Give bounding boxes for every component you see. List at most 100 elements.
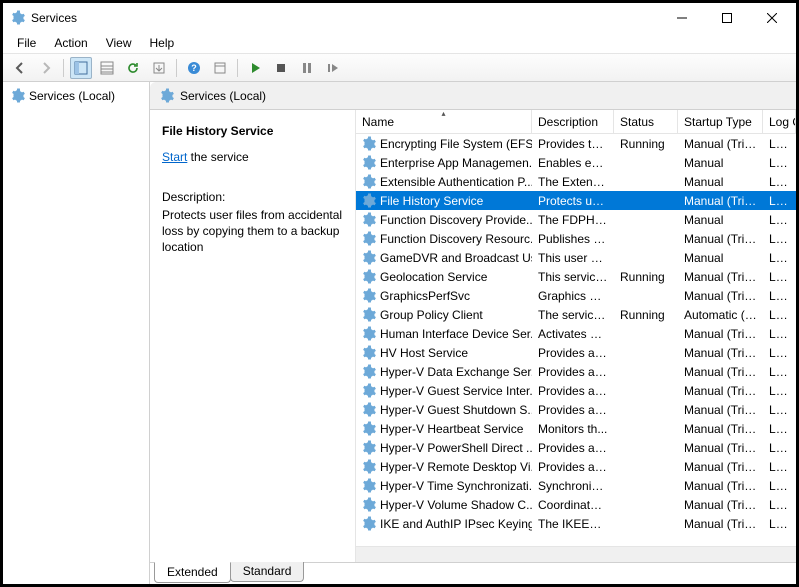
service-status-cell: Running [614, 137, 678, 151]
table-row[interactable]: File History ServiceProtects use...Manua… [356, 191, 796, 210]
column-status[interactable]: Status [614, 110, 678, 133]
list-body[interactable]: Encrypting File System (EFS)Provides th.… [356, 134, 796, 546]
restart-service-button[interactable] [322, 57, 344, 79]
service-name-cell: Geolocation Service [380, 270, 487, 284]
gear-icon [360, 516, 376, 532]
table-row[interactable]: HV Host ServiceProvides an ...Manual (Tr… [356, 343, 796, 362]
table-row[interactable]: IKE and AuthIP IPsec Keying...The IKEEXT… [356, 514, 796, 533]
service-name-cell: GraphicsPerfSvc [380, 289, 470, 303]
tree-root-label: Services (Local) [29, 89, 115, 103]
table-row[interactable]: Encrypting File System (EFS)Provides th.… [356, 134, 796, 153]
show-hide-tree-button[interactable] [70, 57, 92, 79]
service-logon-cell: Loca [763, 289, 796, 303]
maximize-button[interactable] [704, 4, 749, 32]
table-row[interactable]: Hyper-V Guest Shutdown S...Provides a ..… [356, 400, 796, 419]
service-name-cell: Extensible Authentication P... [380, 175, 532, 189]
table-row[interactable]: Hyper-V Time Synchronizati...Synchronize… [356, 476, 796, 495]
table-row[interactable]: Hyper-V Volume Shadow C...Coordinates...… [356, 495, 796, 514]
stop-service-button[interactable] [270, 57, 292, 79]
pause-service-button[interactable] [296, 57, 318, 79]
forward-button[interactable] [35, 57, 57, 79]
help-button[interactable]: ? [183, 57, 205, 79]
service-startup-cell: Manual (Trig... [678, 403, 763, 417]
services-list: ▴ Name Description Status Startup Type L… [355, 110, 796, 562]
gear-icon [360, 250, 376, 266]
table-row[interactable]: Enterprise App Managemen...Enables ent..… [356, 153, 796, 172]
table-row[interactable]: Hyper-V Remote Desktop Vi...Provides a p… [356, 457, 796, 476]
service-logon-cell: Loca [763, 460, 796, 474]
column-name[interactable]: ▴ Name [356, 110, 532, 133]
service-logon-cell: Loca [763, 251, 796, 265]
menu-view[interactable]: View [98, 35, 140, 51]
column-description[interactable]: Description [532, 110, 614, 133]
table-row[interactable]: GraphicsPerfSvcGraphics pe...Manual (Tri… [356, 286, 796, 305]
tab-extended[interactable]: Extended [154, 562, 231, 583]
gear-icon [360, 269, 376, 285]
column-log-on-as[interactable]: Log On As [763, 110, 796, 133]
service-desc-cell: The IKEEXT ... [532, 517, 614, 531]
menu-action[interactable]: Action [46, 35, 95, 51]
menu-bar: File Action View Help [3, 33, 796, 54]
column-startup-type[interactable]: Startup Type [678, 110, 763, 133]
service-name-cell: Hyper-V PowerShell Direct ... [380, 441, 532, 455]
service-name-cell: Hyper-V Volume Shadow C... [380, 498, 532, 512]
horizontal-scrollbar[interactable] [356, 546, 796, 562]
service-logon-cell: Loca [763, 156, 796, 170]
table-row[interactable]: Group Policy ClientThe service i...Runni… [356, 305, 796, 324]
table-row[interactable]: Geolocation ServiceThis service ...Runni… [356, 267, 796, 286]
table-row[interactable]: Hyper-V Data Exchange Ser...Provides a .… [356, 362, 796, 381]
menu-help[interactable]: Help [142, 35, 183, 51]
table-row[interactable]: GameDVR and Broadcast Us...This user ser… [356, 248, 796, 267]
service-logon-cell: Loca [763, 346, 796, 360]
service-desc-cell: Monitors th... [532, 422, 614, 436]
gear-icon [360, 478, 376, 494]
menu-file[interactable]: File [9, 35, 44, 51]
table-row[interactable]: Hyper-V PowerShell Direct ...Provides a … [356, 438, 796, 457]
service-desc-cell: Graphics pe... [532, 289, 614, 303]
main-area: Services (Local) Services (Local) File H… [3, 82, 796, 584]
content-header-title: Services (Local) [180, 89, 266, 103]
gear-icon [360, 231, 376, 247]
start-service-link[interactable]: Start [162, 150, 187, 164]
table-row[interactable]: Human Interface Device Ser...Activates a… [356, 324, 796, 343]
gear-icon [360, 193, 376, 209]
services-icon [9, 88, 25, 104]
table-row[interactable]: Extensible Authentication P...The Extens… [356, 172, 796, 191]
service-startup-cell: Manual (Trig... [678, 232, 763, 246]
table-row[interactable]: Hyper-V Guest Service Inter...Provides a… [356, 381, 796, 400]
service-desc-cell: Synchronize... [532, 479, 614, 493]
service-logon-cell: Loca [763, 308, 796, 322]
gear-icon [360, 383, 376, 399]
start-service-button[interactable] [244, 57, 266, 79]
gear-icon [360, 345, 376, 361]
service-status-cell: Running [614, 308, 678, 322]
service-logon-cell: Loca [763, 137, 796, 151]
separator-icon [237, 59, 238, 77]
table-row[interactable]: Function Discovery Provide...The FDPHO..… [356, 210, 796, 229]
service-logon-cell: Loca [763, 517, 796, 531]
service-startup-cell: Manual (Trig... [678, 194, 763, 208]
service-startup-cell: Manual (Trig... [678, 270, 763, 284]
export-list-button[interactable] [148, 57, 170, 79]
minimize-button[interactable] [659, 4, 704, 32]
gear-icon [360, 497, 376, 513]
service-name-cell: Hyper-V Guest Shutdown S... [380, 403, 532, 417]
refresh-button[interactable] [122, 57, 144, 79]
close-button[interactable] [749, 4, 794, 32]
bottom-tabs: Extended Standard [150, 562, 796, 584]
service-logon-cell: Loca [763, 327, 796, 341]
table-row[interactable]: Function Discovery Resourc...Publishes t… [356, 229, 796, 248]
tab-standard[interactable]: Standard [230, 562, 305, 582]
service-startup-cell: Manual (Trig... [678, 460, 763, 474]
service-desc-cell: This service ... [532, 270, 614, 284]
service-name-cell: GameDVR and Broadcast Us... [380, 251, 532, 265]
gear-icon [360, 174, 376, 190]
details-pane-button[interactable] [96, 57, 118, 79]
table-row[interactable]: Hyper-V Heartbeat ServiceMonitors th...M… [356, 419, 796, 438]
gear-icon [360, 459, 376, 475]
back-button[interactable] [9, 57, 31, 79]
service-name-cell: Encrypting File System (EFS) [380, 137, 532, 151]
properties-button[interactable] [209, 57, 231, 79]
sort-ascending-icon: ▴ [441, 110, 445, 118]
tree-root-node[interactable]: Services (Local) [5, 86, 147, 106]
